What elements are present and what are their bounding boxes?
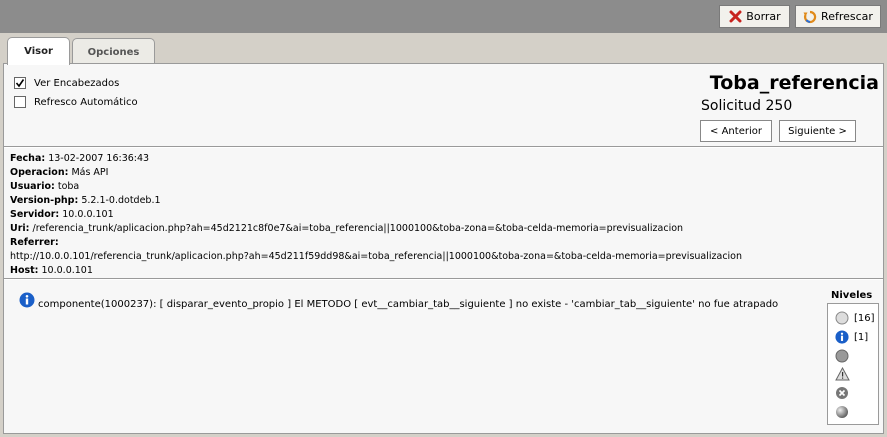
usuario-value: toba [57,181,80,192]
servidor-label: Servidor: [10,209,60,220]
separator [4,146,883,148]
tab-opciones[interactable]: Opciones [72,38,155,65]
uri-value: /referencia_trunk/aplicacion.php?ah=45d2… [32,223,684,234]
borrar-button[interactable]: Borrar [719,5,790,28]
ver-encabezados-option: Ver Encabezados [14,77,119,89]
info-icon[interactable] [834,329,850,345]
solicitud-label: Solicitud 250 [701,98,793,114]
host-label: Host: [10,265,39,276]
log-message: componente(1000237): [ disparar_evento_p… [38,299,779,310]
niveles-panel: [16] [1] [827,303,879,425]
nivel-count: [16] [854,312,875,324]
nivel-critical [834,404,854,420]
siguiente-button[interactable]: Siguiente > [779,120,856,142]
referrer-value: http://10.0.0.101/referencia_trunk/aplic… [10,251,743,262]
version-label: Version-php: [10,195,79,206]
ver-encabezados-label: Ver Encabezados [34,77,120,89]
nivel-notice [834,348,854,364]
warning-icon[interactable] [834,366,850,382]
nivel-warning [834,366,854,382]
fecha-value: 13-02-2007 16:36:43 [48,153,150,164]
nivel-error [834,385,854,401]
fecha-label: Fecha: [10,153,46,164]
top-toolbar: Borrar Refrescar [0,0,887,33]
ver-encabezados-checkbox[interactable] [14,77,26,89]
niveles-title: Niveles [831,290,873,301]
version-value: 5.2.1-0.dotdeb.1 [81,195,161,206]
refresco-automatico-option: Refresco Automático [14,96,138,108]
app-title: Toba_referencia [709,72,879,94]
nivel-info: [1] [834,329,868,345]
host-value: 10.0.0.101 [41,265,93,276]
borrar-label: Borrar [746,10,781,23]
critical-icon[interactable] [834,404,850,420]
tab-strip: Visor Opciones [0,33,887,65]
tab-visor[interactable]: Visor [7,37,70,65]
operacion-label: Operacion: [10,167,69,178]
debug-icon[interactable] [834,310,850,326]
referrer-label: Referrer: [10,237,59,248]
refrescar-label: Refrescar [821,10,873,23]
request-info: Fecha: 13-02-2007 16:36:43 Operacion: Má… [10,152,742,278]
refresco-automatico-label: Refresco Automático [34,96,138,108]
servidor-value: 10.0.0.101 [62,209,114,220]
nivel-count: [1] [854,331,869,343]
nivel-debug: [16] [834,310,875,326]
delete-x-icon [728,10,742,24]
refrescar-button[interactable]: Refrescar [795,5,881,28]
notice-icon[interactable] [834,348,850,364]
operacion-value: Más API [71,167,109,178]
separator [4,278,883,280]
refresco-automatico-checkbox[interactable] [14,96,26,108]
visor-panel: Ver Encabezados Refresco Automático Toba… [3,63,884,434]
uri-label: Uri: [10,223,30,234]
usuario-label: Usuario: [10,181,55,192]
error-icon[interactable] [834,385,850,401]
anterior-button[interactable]: < Anterior [700,120,772,142]
refresh-icon [803,10,817,24]
checkmark-icon [15,79,25,88]
